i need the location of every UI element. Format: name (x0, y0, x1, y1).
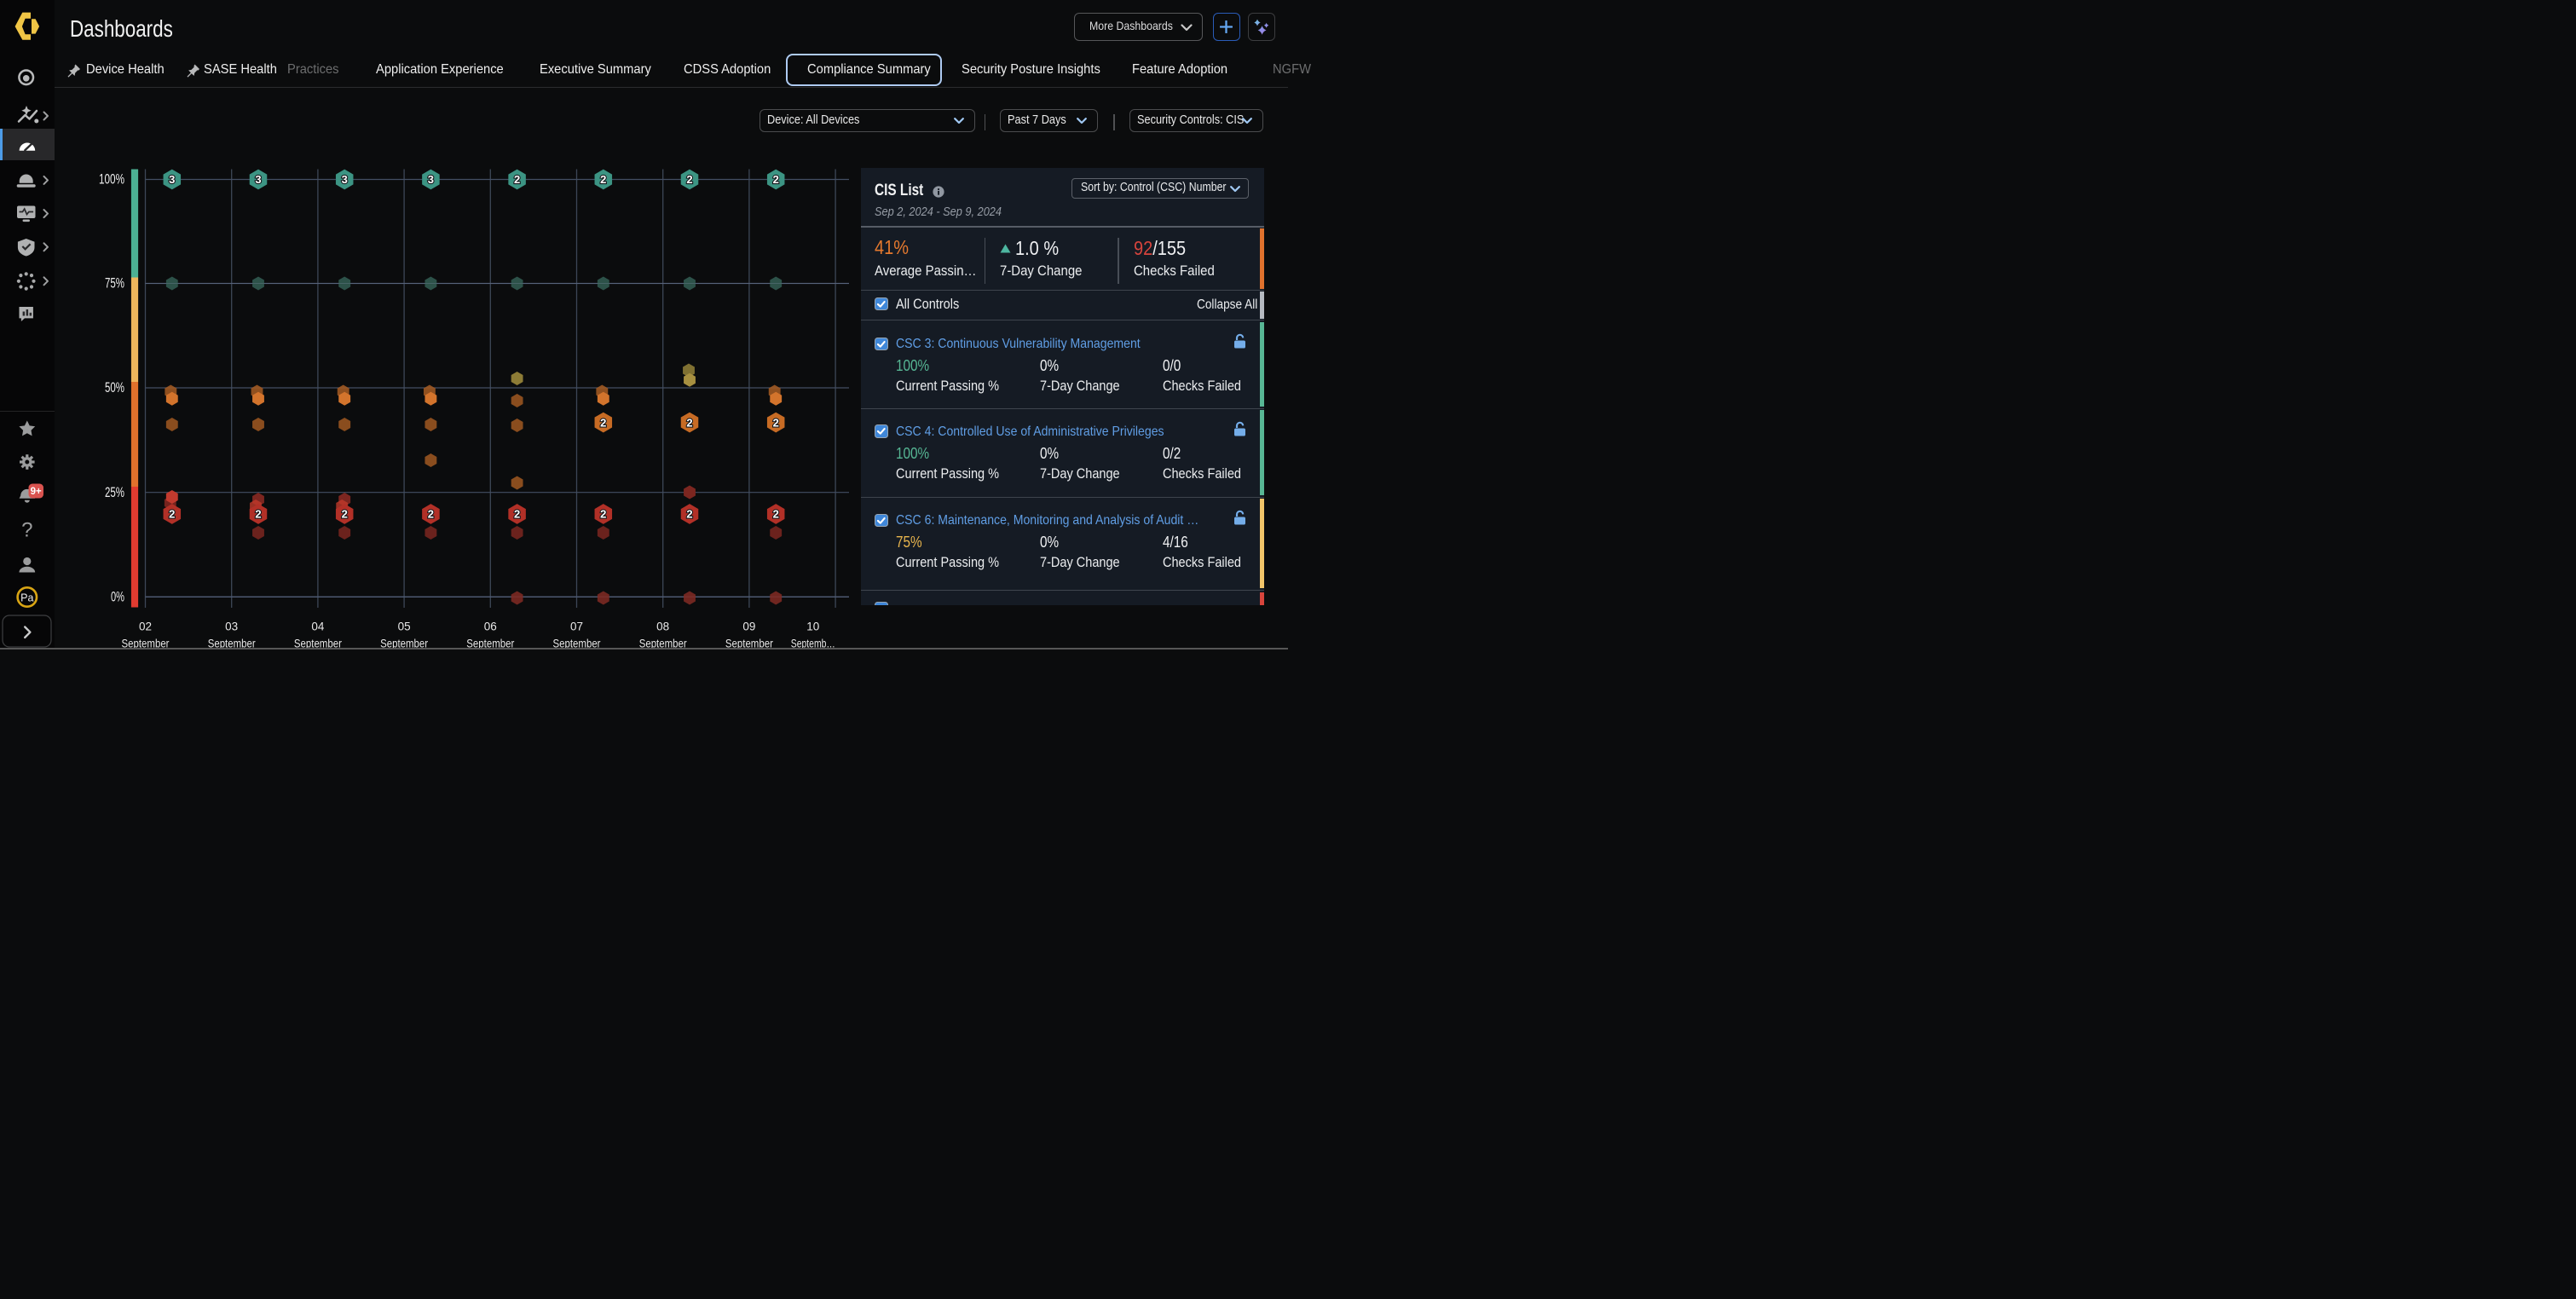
svg-text:02: 02 (139, 621, 152, 633)
svg-text:06: 06 (484, 621, 497, 633)
svg-text:2: 2 (600, 416, 606, 429)
svg-text:75%: 75% (105, 276, 124, 292)
svg-text:10: 10 (806, 621, 819, 633)
svg-text:2: 2 (686, 508, 692, 521)
svg-text:05: 05 (398, 621, 411, 633)
svg-text:2: 2 (514, 173, 520, 186)
svg-text:04: 04 (311, 621, 325, 633)
svg-text:100%: 100% (99, 172, 124, 188)
svg-text:2: 2 (255, 508, 261, 521)
svg-text:9+: 9+ (31, 487, 42, 497)
svg-text:2: 2 (514, 508, 520, 521)
svg-text:2: 2 (773, 173, 779, 186)
svg-text:2: 2 (773, 508, 779, 521)
svg-text:3: 3 (169, 173, 175, 186)
svg-text:50%: 50% (105, 380, 124, 395)
svg-text:2: 2 (686, 173, 692, 186)
svg-text:Pa: Pa (20, 592, 33, 604)
svg-text:2: 2 (600, 508, 606, 521)
svg-text:3: 3 (428, 173, 434, 186)
svg-text:2: 2 (686, 416, 692, 429)
svg-text:2: 2 (342, 508, 348, 521)
svg-text:03: 03 (225, 621, 238, 633)
svg-text:3: 3 (255, 173, 261, 186)
svg-text:2: 2 (169, 508, 175, 521)
svg-text:25%: 25% (105, 485, 124, 500)
svg-text:0%: 0% (111, 590, 124, 605)
svg-text:07: 07 (570, 621, 583, 633)
svg-text:2: 2 (600, 173, 606, 186)
svg-text:3: 3 (342, 173, 348, 186)
svg-text:2: 2 (428, 508, 434, 521)
svg-text:2: 2 (773, 416, 779, 429)
svg-text:09: 09 (742, 621, 755, 633)
svg-text:?: ? (21, 519, 32, 542)
svg-text:08: 08 (656, 621, 669, 633)
